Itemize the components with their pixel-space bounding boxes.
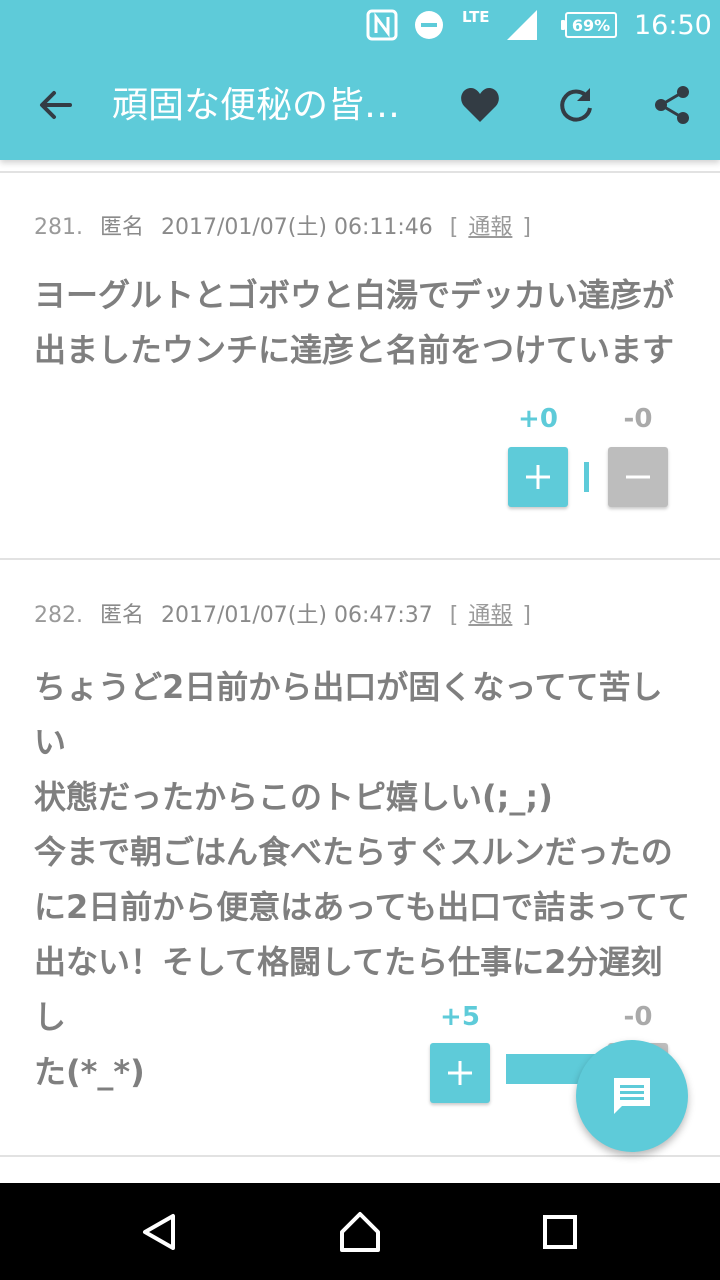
post-author: 匿名 [99,603,144,628]
divider [0,558,720,560]
post-meta: 281. 匿名 2017/01/07(土) 06:11:46 [ 通報] [34,209,551,241]
post-number: 282. [34,603,83,628]
plus-icon [448,1061,472,1085]
comment-fab-button[interactable] [576,1040,688,1152]
system-nav-bar [0,1183,720,1280]
report-link[interactable]: 通報 [468,215,512,240]
plus-count: +5 [440,1002,480,1032]
plus-icon [526,465,550,489]
post-author: 匿名 [99,215,144,240]
post-meta: 282. 匿名 2017/01/07(土) 06:47:37 [ 通報] [34,597,551,629]
back-arrow-icon[interactable] [34,83,78,127]
divider [0,171,720,173]
comment-icon [614,1078,650,1114]
battery-icon: 69% [561,0,617,50]
share-icon[interactable] [650,83,694,127]
minus-count: -0 [623,404,653,434]
report-bracket-close: ] [522,215,531,240]
report-bracket-open: [ [449,215,459,240]
lte-label: LTE [462,8,490,26]
signal-icon [505,0,539,50]
plus-vote-button[interactable] [508,447,568,507]
divider [0,1155,720,1157]
report-link-wrapper: [ 通報] [450,603,541,628]
minus-icon [626,475,650,479]
report-bracket-close: ] [522,603,531,628]
post-datetime: 2017/01/07(土) 06:47:37 [161,603,433,628]
post-body: ちょうど2日前から出口が固くなってて苦しい 状態だったからこのトピ嬉しい(;_;… [34,668,691,1091]
report-bracket-open: [ [449,603,459,628]
plus-vote-button[interactable] [430,1043,490,1103]
post-number: 281. [34,215,83,240]
clock: 16:50 [634,9,712,41]
nav-recent-apps-icon[interactable] [535,1207,585,1257]
plus-count: +0 [518,404,558,434]
minus-count: -0 [623,1002,653,1032]
nfc-icon [366,0,398,50]
status-bar: LTE 69% 16:50 [0,0,720,50]
report-link[interactable]: 通報 [468,603,512,628]
refresh-icon[interactable] [554,83,598,127]
page-title: 頑固な便秘の皆… [112,85,401,126]
report-link-wrapper: [ 通報] [450,215,541,240]
post-body: ヨーグルトとゴボウと白湯でデッカい達彦が 出ましたウンチに達彦と名前をつけていま… [34,276,675,369]
nav-home-icon[interactable] [335,1207,385,1257]
heart-icon[interactable] [458,83,502,127]
app-bar: 頑固な便秘の皆… [0,50,720,160]
nav-back-icon[interactable] [134,1207,184,1257]
vote-ratio-bar [584,462,589,492]
header: LTE 69% 16:50 頑固な便秘の皆… [0,0,720,160]
do-not-disturb-icon [414,0,444,50]
battery-level: 69% [561,12,617,38]
post-datetime: 2017/01/07(土) 06:11:46 [161,215,433,240]
minus-vote-button[interactable] [608,447,668,507]
